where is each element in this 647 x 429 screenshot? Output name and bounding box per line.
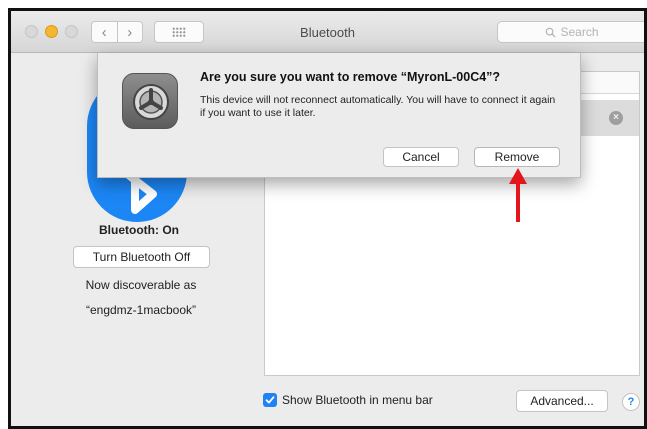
search-icon — [546, 27, 557, 38]
search-field[interactable]: Search — [497, 21, 644, 43]
dialog-title: Are you sure you want to remove “MyronL-… — [200, 70, 501, 84]
help-button[interactable]: ? — [622, 393, 640, 411]
dialog-message: This device will not reconnect automatic… — [200, 94, 556, 119]
remove-button[interactable]: Remove — [474, 147, 560, 167]
cancel-button[interactable]: Cancel — [383, 147, 459, 167]
advanced-button[interactable]: Advanced... — [516, 390, 608, 412]
discoverable-label: Now discoverable as — [85, 278, 197, 292]
checkmark-icon — [265, 396, 275, 404]
show-in-menu-bar-option[interactable]: Show Bluetooth in menu bar — [263, 393, 433, 407]
show-in-menu-bar-label: Show Bluetooth in menu bar — [282, 393, 433, 407]
remove-device-dialog: Are you sure you want to remove “MyronL-… — [97, 53, 581, 178]
show-in-menu-bar-checkbox[interactable] — [263, 393, 277, 407]
bluetooth-status: Bluetooth: On — [99, 223, 179, 237]
gear-icon — [122, 73, 178, 129]
discoverable-device-name: “engdmz-1macbook” — [85, 303, 197, 317]
title-bar: ‹ › Bluetooth Search — [11, 11, 644, 53]
preferences-window: ‹ › Bluetooth Search Bluetooth: On Turn … — [8, 8, 647, 429]
red-arrow-icon — [509, 168, 527, 222]
search-placeholder: Search — [560, 25, 599, 39]
turn-bluetooth-off-button[interactable]: Turn Bluetooth Off — [73, 246, 210, 268]
remove-circle-icon[interactable]: × — [609, 111, 623, 125]
